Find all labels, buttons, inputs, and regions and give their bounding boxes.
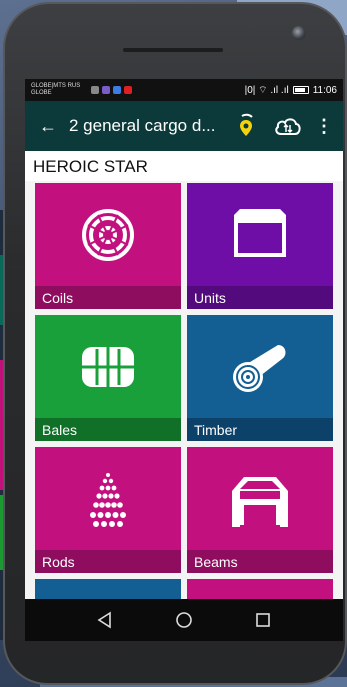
phone-frame: GLOBE|MTS RUS GLOBE |0| ⌔ .ıl .ıl 11:06 … xyxy=(3,2,347,685)
tile-bales[interactable]: Bales xyxy=(35,315,181,441)
tile-label: Timber xyxy=(187,418,333,441)
battery-icon xyxy=(292,86,309,94)
status-bar: GLOBE|MTS RUS GLOBE |0| ⌔ .ıl .ıl 11:06 xyxy=(25,79,343,101)
carrier-label: GLOBE|MTS RUS GLOBE xyxy=(31,83,89,97)
tile-label: Bales xyxy=(35,418,181,441)
signal-icons: |0| ⌔ .ıl .ıl xyxy=(244,84,289,96)
phone-screen: GLOBE|MTS RUS GLOBE |0| ⌔ .ıl .ıl 11:06 … xyxy=(25,79,343,641)
status-indicators: |0| ⌔ .ıl .ıl 11:06 xyxy=(245,84,337,97)
beams-icon xyxy=(232,477,288,527)
camera-icon xyxy=(292,26,306,40)
clock: 11:06 xyxy=(312,84,337,96)
gallery-notification-icon xyxy=(91,86,99,94)
tile-rods[interactable]: Rods xyxy=(35,447,181,573)
tile-timber[interactable]: Timber xyxy=(187,315,333,441)
messenger-notification-icon xyxy=(113,86,121,94)
navigation-bar xyxy=(25,599,343,641)
tile-coils[interactable]: Coils xyxy=(35,183,181,309)
app-bar: ← 2 general cargo d... ⋮ xyxy=(25,101,343,151)
carrier-line-2: GLOBE xyxy=(31,90,52,96)
nav-home-icon[interactable] xyxy=(173,609,195,631)
ship-name: HEROIC STAR xyxy=(25,151,343,181)
youtube-notification-icon xyxy=(124,86,132,94)
cloud-sync-icon[interactable] xyxy=(273,113,303,139)
nav-recents-icon[interactable] xyxy=(252,609,274,631)
nav-back-icon[interactable] xyxy=(94,609,116,631)
tile-label: Coils xyxy=(35,286,181,309)
tile-label: Beams xyxy=(187,550,333,573)
viber-notification-icon xyxy=(102,86,110,94)
tile-label: Units xyxy=(187,286,333,309)
location-pin-icon[interactable] xyxy=(233,113,259,139)
carrier-line-1: GLOBE|MTS RUS xyxy=(31,83,81,89)
rods-icon xyxy=(90,473,126,527)
coil-icon xyxy=(82,209,134,261)
timber-icon xyxy=(233,345,286,392)
tile-beams[interactable]: Beams xyxy=(187,447,333,573)
more-vert-icon[interactable]: ⋮ xyxy=(315,117,333,135)
bale-icon xyxy=(82,347,134,387)
back-arrow-icon[interactable]: ← xyxy=(33,116,63,137)
app-title: 2 general cargo d... xyxy=(69,116,216,135)
notification-icons xyxy=(91,86,132,94)
tile-units[interactable]: Units xyxy=(187,183,333,309)
unit-icon xyxy=(234,209,286,257)
tile-label: Rods xyxy=(35,550,181,573)
earpiece xyxy=(123,48,223,52)
